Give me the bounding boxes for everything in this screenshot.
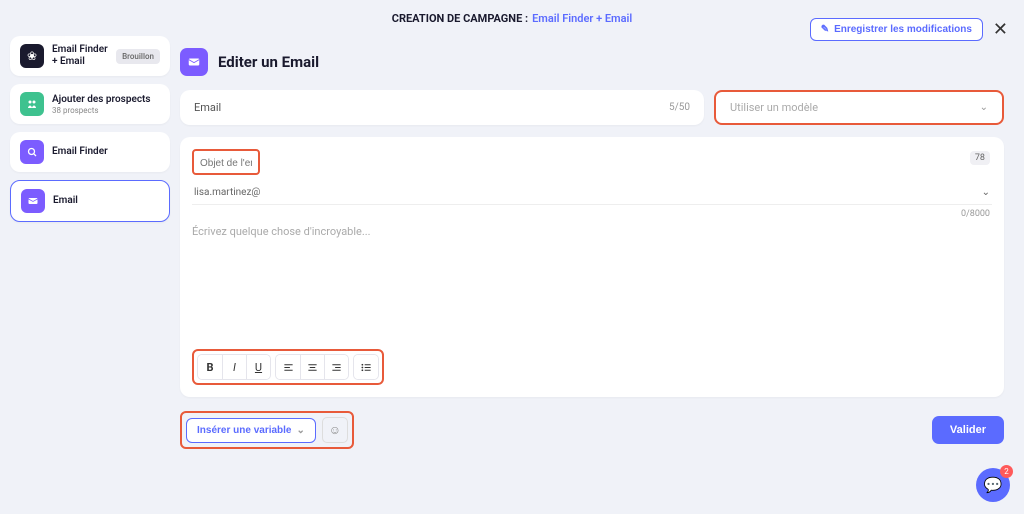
align-left-button[interactable] xyxy=(276,355,300,379)
underline-button[interactable]: U xyxy=(246,355,270,379)
align-center-button[interactable] xyxy=(300,355,324,379)
subject-input[interactable] xyxy=(200,158,252,169)
search-at-icon xyxy=(20,140,44,164)
bold-button[interactable]: B xyxy=(198,355,222,379)
email-name-count: 5/50 xyxy=(669,102,690,113)
leaf-icon: ❀ xyxy=(20,44,44,68)
chevron-down-icon: ⌄ xyxy=(982,187,990,198)
sidebar-item-label: Email Finder xyxy=(52,146,160,158)
sidebar: ❀ Email Finder + Email Brouillon Ajouter… xyxy=(10,36,170,449)
sidebar-item-email[interactable]: Email xyxy=(10,180,170,222)
chevron-down-icon: ⌄ xyxy=(980,102,988,113)
align-right-button[interactable] xyxy=(324,355,348,379)
sidebar-item-add-prospects[interactable]: Ajouter des prospects 38 prospects xyxy=(10,84,170,124)
envelope-icon xyxy=(180,48,208,76)
sidebar-item-email-finder[interactable]: Email Finder xyxy=(10,132,170,172)
template-placeholder: Utiliser un modèle xyxy=(730,101,818,114)
italic-button[interactable]: I xyxy=(222,355,246,379)
users-icon xyxy=(20,92,44,116)
main-content: Editer un Email Email 5/50 Utiliser un m… xyxy=(180,36,1014,449)
chat-unread-badge: 2 xyxy=(1000,465,1013,478)
email-editor: 78 lisa.martinez@ ⌄ 0/8000 Écrivez quelq… xyxy=(180,137,1004,397)
email-name-field[interactable]: Email 5/50 xyxy=(180,90,704,125)
header-campaign-link[interactable]: Email Finder + Email xyxy=(532,12,632,25)
list-button[interactable] xyxy=(354,355,378,379)
body-char-count: 0/8000 xyxy=(961,209,990,219)
chat-widget[interactable]: 💬 2 xyxy=(976,468,1010,502)
chevron-down-icon: ⌄ xyxy=(297,425,305,436)
sidebar-item-sub: 38 prospects xyxy=(52,106,160,115)
sidebar-item-label: Ajouter des prospects xyxy=(52,94,160,106)
body-textarea[interactable]: Écrivez quelque chose d'incroyable... xyxy=(192,209,992,238)
from-email: lisa.martinez@ xyxy=(194,187,260,198)
page-title: Editer un Email xyxy=(218,53,319,71)
from-selector[interactable]: lisa.martinez@ ⌄ xyxy=(192,181,992,205)
template-dropdown[interactable]: Utiliser un modèle ⌄ xyxy=(714,90,1004,125)
sidebar-item-label: Email xyxy=(53,195,159,207)
envelope-icon xyxy=(21,189,45,213)
email-name-value: Email xyxy=(194,101,221,114)
pencil-icon: ✎ xyxy=(821,24,829,35)
sidebar-item-label: Email Finder + Email xyxy=(52,44,108,68)
close-icon[interactable]: ✕ xyxy=(993,19,1008,40)
formatting-toolbar: B I U xyxy=(192,349,384,385)
chat-icon: 💬 xyxy=(984,476,1003,494)
header-title-prefix: CREATION DE CAMPAGNE : xyxy=(392,12,528,25)
insert-variable-button[interactable]: Insérer une variable ⌄ xyxy=(186,418,316,443)
subject-count: 78 xyxy=(970,151,990,165)
sidebar-item-campaign-root[interactable]: ❀ Email Finder + Email Brouillon xyxy=(10,36,170,76)
footer-actions-highlight: Insérer une variable ⌄ ☺ xyxy=(180,411,354,449)
validate-button[interactable]: Valider xyxy=(932,416,1004,444)
draft-badge: Brouillon xyxy=(116,49,160,64)
emoji-picker-button[interactable]: ☺ xyxy=(322,417,348,443)
campaign-header: CREATION DE CAMPAGNE : Email Finder + Em… xyxy=(0,0,1024,36)
save-label: Enregistrer les modifications xyxy=(834,24,972,35)
insert-variable-label: Insérer une variable xyxy=(197,425,292,436)
header-actions: ✎ Enregistrer les modifications ✕ xyxy=(810,18,1008,41)
save-modifications-button[interactable]: ✎ Enregistrer les modifications xyxy=(810,18,983,41)
